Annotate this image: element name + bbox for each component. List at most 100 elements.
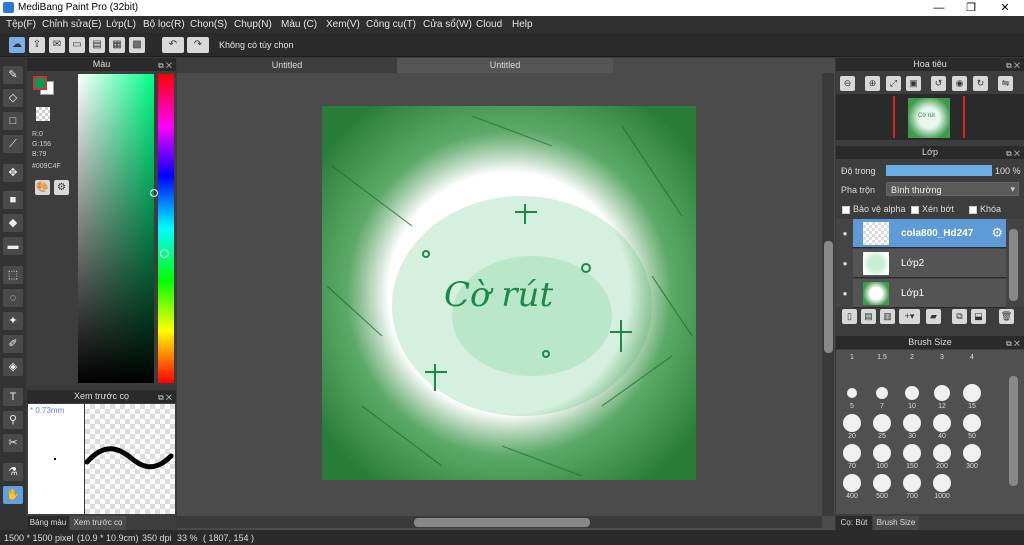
brush-size-scroll-thumb[interactable] <box>1009 376 1018 486</box>
menu-filter[interactable]: Bộ lọc(R) <box>143 19 185 30</box>
brush-size-option[interactable]: 700 <box>897 474 927 511</box>
panel-float-icon[interactable]: ⧉ ✕ <box>1006 147 1020 160</box>
layer-row[interactable]: Lớp2 <box>853 249 1006 278</box>
opacity-slider[interactable] <box>886 165 992 176</box>
folder-icon[interactable]: ▰ <box>926 309 941 324</box>
new-halftone-layer-icon[interactable]: ▤ <box>861 309 876 324</box>
clipping-checkbox[interactable]: Xén bớt <box>911 204 954 214</box>
menu-window[interactable]: Cửa sổ(W) <box>423 19 472 30</box>
menu-cloud[interactable]: Cloud <box>476 19 502 30</box>
hand-tool-icon[interactable]: ✋ <box>3 486 23 504</box>
vertical-scrollbar[interactable] <box>822 73 834 516</box>
page-manager-icon[interactable]: ▦ <box>109 37 125 53</box>
panel-float-icon[interactable]: ⧉ ✕ <box>158 59 172 72</box>
reset-rotation-icon[interactable]: ◉ <box>952 76 967 91</box>
checkbox-box[interactable] <box>969 205 977 214</box>
brush-tool-icon[interactable]: ✎ <box>3 66 23 84</box>
palette-icon[interactable]: 🎨 <box>35 180 50 195</box>
horizontal-scrollbar[interactable] <box>177 516 822 528</box>
gradient-tool-icon[interactable]: ▬ <box>3 237 23 255</box>
rotate-right-icon[interactable]: ↻ <box>973 76 988 91</box>
panel-float-icon[interactable]: ⧉ ✕ <box>158 391 172 404</box>
delete-layer-icon[interactable]: 🗑 <box>999 309 1014 324</box>
flip-icon[interactable]: ⇋ <box>998 76 1013 91</box>
select-eraser-icon[interactable]: ◈ <box>3 358 23 376</box>
layer-row[interactable]: Lớp1 <box>853 279 1006 308</box>
lock-checkbox[interactable]: Khóa <box>969 204 1001 214</box>
new-8bit-layer-icon[interactable]: ▥ <box>880 309 895 324</box>
upload-icon[interactable]: ⇪ <box>29 37 45 53</box>
tab-document-2[interactable]: Untitled <box>397 58 613 73</box>
cloud-icon[interactable]: ☁ <box>9 37 25 53</box>
layer-row[interactable]: cola800_Hd247 ⚙ <box>853 219 1006 248</box>
menu-capture[interactable]: Chụp(N) <box>234 19 272 30</box>
horizontal-scroll-thumb[interactable] <box>414 518 590 527</box>
checkbox-box[interactable] <box>911 205 919 214</box>
maximize-button[interactable]: ❐ <box>954 0 988 16</box>
line-tool-icon[interactable]: ⟋ <box>3 135 23 153</box>
vertical-scroll-thumb[interactable] <box>824 241 833 353</box>
document-icon[interactable]: ▤ <box>89 37 105 53</box>
text-tool-icon[interactable]: T <box>3 388 23 406</box>
visibility-icon[interactable]: ● <box>839 249 851 278</box>
tab-brush-size[interactable]: Brush Size <box>873 516 919 530</box>
message-icon[interactable]: ▭ <box>69 37 85 53</box>
color-picker-cursor[interactable] <box>150 189 158 197</box>
tab-brush[interactable]: Cọ: Bút <box>836 516 872 530</box>
select-rect-icon[interactable]: ⬚ <box>3 266 23 284</box>
duplicate-layer-icon[interactable]: ⧉ <box>952 309 967 324</box>
select-pen-icon[interactable]: ✐ <box>3 335 23 353</box>
drawing-canvas[interactable]: Cờ rút <box>322 106 696 480</box>
comment-icon[interactable]: ✉ <box>49 37 65 53</box>
redo-icon[interactable]: ↷ <box>187 37 209 53</box>
panel-float-icon[interactable]: ⧉ ✕ <box>1006 59 1020 72</box>
transparent-color-swatch[interactable] <box>36 107 50 121</box>
menu-edit[interactable]: Chỉnh sửa(E) <box>42 19 102 30</box>
close-button[interactable]: ✕ <box>988 0 1022 16</box>
visibility-icon[interactable]: ● <box>839 219 851 248</box>
menu-layer[interactable]: Lớp(L) <box>106 19 136 30</box>
lasso-icon[interactable]: ◌ <box>3 289 23 307</box>
saturation-value-picker[interactable] <box>78 74 154 383</box>
menu-view[interactable]: Xem(V) <box>326 19 360 30</box>
zoom-in-icon[interactable]: ⊕ <box>865 76 880 91</box>
magic-wand-icon[interactable]: ✦ <box>3 312 23 330</box>
brush-size-option[interactable]: 400 <box>837 474 867 511</box>
undo-icon[interactable]: ↶ <box>162 37 184 53</box>
brush-size-option[interactable]: 500 <box>867 474 897 511</box>
protect-alpha-checkbox[interactable]: Bảo vệ alpha <box>842 204 906 214</box>
panel-float-icon[interactable]: ⧉ ✕ <box>1006 337 1020 350</box>
rectangle-tool-icon[interactable]: □ <box>3 112 23 130</box>
menu-tools[interactable]: Công cụ(T) <box>366 19 416 30</box>
merge-layer-icon[interactable]: ⬓ <box>971 309 986 324</box>
fill-rect-tool-icon[interactable]: ■ <box>3 191 23 209</box>
hue-slider[interactable] <box>158 74 174 383</box>
menu-select[interactable]: Chọn(S) <box>190 19 227 30</box>
visibility-icon[interactable]: ● <box>839 279 851 308</box>
tab-brush-preview[interactable]: Xem trước cọ <box>70 516 126 530</box>
brush-size-option[interactable]: 300 <box>957 444 987 481</box>
divide-tool-icon[interactable]: ✂ <box>3 434 23 452</box>
foreground-color-swatch[interactable] <box>33 76 47 90</box>
menu-file[interactable]: Tệp(F) <box>6 19 36 30</box>
operation-tool-icon[interactable]: ⚲ <box>3 411 23 429</box>
eyedropper-icon[interactable]: ⚗ <box>3 463 23 481</box>
brush-size-option[interactable]: 1000 <box>927 474 957 511</box>
checkbox-box[interactable] <box>842 205 850 214</box>
palette-settings-icon[interactable]: ⚙ <box>54 180 69 195</box>
navigator-view[interactable]: Cờ rút <box>836 94 1024 140</box>
fit-icon[interactable]: ⤢ <box>886 76 901 91</box>
rotate-left-icon[interactable]: ↺ <box>931 76 946 91</box>
grid-icon[interactable]: ▩ <box>129 37 145 53</box>
layer-scroll-thumb[interactable] <box>1009 229 1018 301</box>
add-layer-dropdown-icon[interactable]: +▾ <box>899 309 920 324</box>
new-layer-icon[interactable]: ▯ <box>842 309 857 324</box>
move-tool-icon[interactable]: ✥ <box>3 164 23 182</box>
menu-help[interactable]: Help <box>512 19 533 30</box>
menu-color[interactable]: Màu (C) <box>281 19 317 30</box>
tab-color-palette[interactable]: Bảng màu <box>27 516 69 530</box>
minimize-button[interactable]: — <box>922 0 956 16</box>
blend-mode-select[interactable]: Bình thường ▾ <box>886 182 1019 196</box>
gear-icon[interactable]: ⚙ <box>991 225 1003 241</box>
hue-slider-handle[interactable] <box>160 249 169 258</box>
